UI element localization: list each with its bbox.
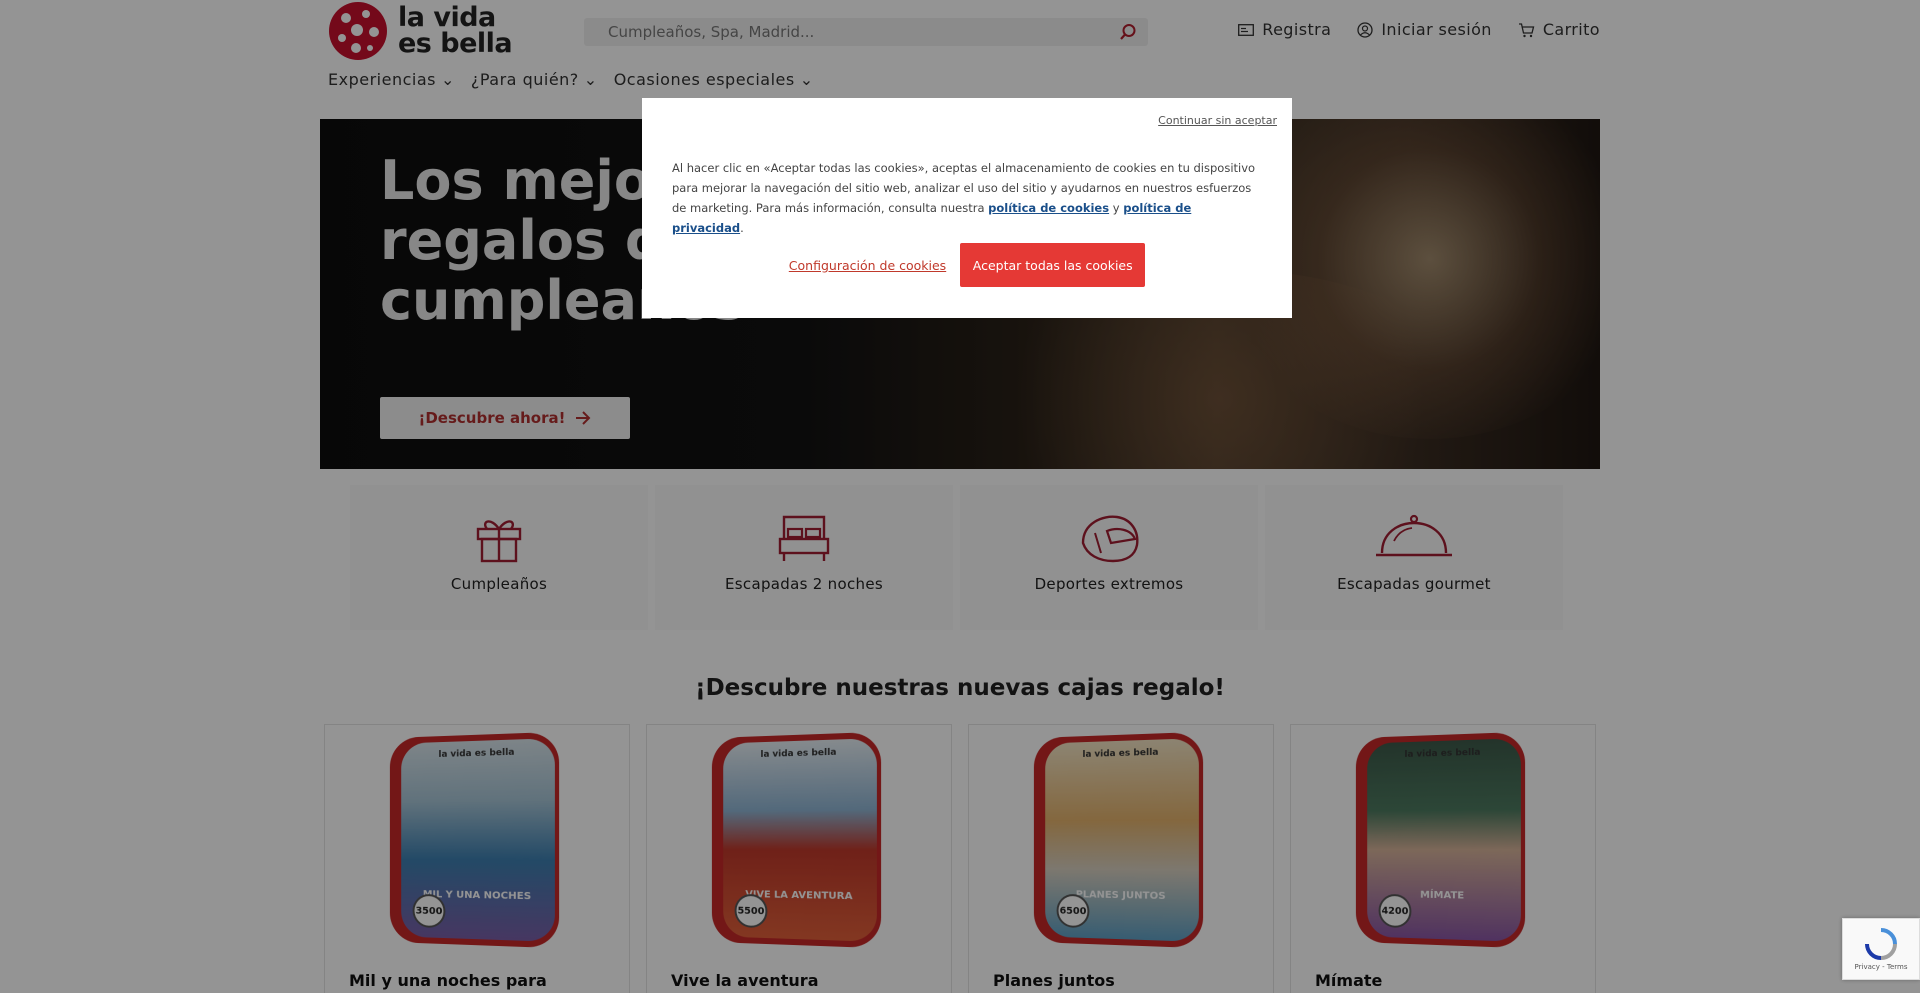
continue-without-accepting-link[interactable]: Continuar sin aceptar xyxy=(1158,114,1277,127)
recaptcha-links[interactable]: Privacy - Terms xyxy=(1855,963,1908,971)
recaptcha-icon xyxy=(1865,928,1897,960)
cookies-policy-link[interactable]: política de cookies xyxy=(988,201,1109,215)
cookie-modal: Continuar sin aceptar Al hacer clic en «… xyxy=(642,98,1292,318)
recaptcha-badge[interactable]: Privacy - Terms xyxy=(1842,918,1920,980)
cookie-text-conjunction: y xyxy=(1112,201,1120,215)
page: la vida es bella Registra xyxy=(0,0,1920,993)
cookie-modal-actions: Configuración de cookies Aceptar todas l… xyxy=(642,243,1292,287)
cookie-settings-button[interactable]: Configuración de cookies xyxy=(789,248,946,283)
cookie-text-period: . xyxy=(740,221,744,235)
cookie-modal-text: Al hacer clic en «Aceptar todas las cook… xyxy=(672,158,1262,238)
accept-all-cookies-button[interactable]: Aceptar todas las cookies xyxy=(960,243,1146,287)
